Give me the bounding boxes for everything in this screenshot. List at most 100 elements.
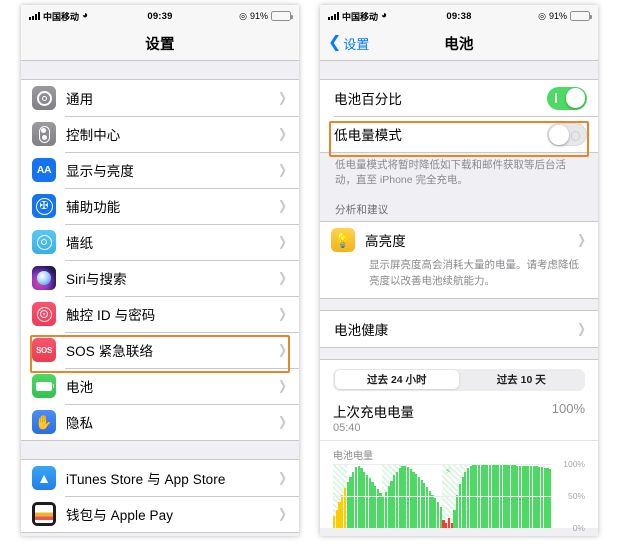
suggestion-group: 💡 高亮度 ❯ 显示屏亮度高会消耗大量的电量。请考虑降低亮度以改善电池续航能力。 bbox=[320, 221, 598, 299]
chevron-right-icon: ❯ bbox=[278, 506, 287, 521]
location-arrow-icon: ◎ bbox=[538, 10, 546, 21]
settings-group-2: ▲ iTunes Store 与 App Store ❯ 钱包与 Apple P… bbox=[21, 459, 299, 533]
row-label: 通用 bbox=[66, 92, 94, 107]
battery-icon bbox=[271, 11, 293, 21]
usage-range-segmented-control[interactable]: 过去 24 小时 过去 10 天 bbox=[333, 368, 585, 391]
status-bar: 中国移动 ◕ 09:38 ◎ 91% bbox=[320, 5, 598, 27]
app-store-icon: ▲ bbox=[32, 466, 56, 490]
chevron-right-icon: ❯ bbox=[278, 198, 287, 213]
last-charge-time: 05:40 bbox=[333, 421, 361, 434]
group-spacer-1 bbox=[320, 299, 598, 310]
usage-range-segmented-wrap: 过去 24 小时 过去 10 天 bbox=[320, 358, 598, 399]
chevron-right-icon: ❯ bbox=[278, 342, 287, 357]
sidebar-item-wallpaper[interactable]: 墙纸 ❯ bbox=[21, 224, 299, 260]
settings-scroll-area[interactable]: 通用 ❯ 控制中心 ❯ AA 显示与亮度 ❯ ✠ 辅助功能 ❯ 墙纸 ❯ Sir… bbox=[21, 61, 299, 536]
sidebar-item-accessibility[interactable]: ✠ 辅助功能 ❯ bbox=[21, 188, 299, 224]
status-bar: 中国移动 ◕ 09:39 ◎ 91% bbox=[21, 5, 299, 27]
settings-group-1: 通用 ❯ 控制中心 ❯ AA 显示与亮度 ❯ ✠ 辅助功能 ❯ 墙纸 ❯ Sir… bbox=[21, 79, 299, 441]
chart-gridline bbox=[333, 495, 551, 497]
row-label: 高亮度 bbox=[365, 234, 406, 250]
back-button[interactable]: ❮ 设置 bbox=[328, 34, 369, 53]
chart-area: ⚡ 100% 50% 0% bbox=[333, 459, 585, 533]
brightness-bulb-icon: 💡 bbox=[331, 228, 355, 253]
battery-level-chart-card: 电池电量 ⚡ 100% 50% 0% bbox=[320, 439, 598, 533]
chevron-right-icon: ❯ bbox=[278, 306, 287, 321]
chevron-right-icon: ❯ bbox=[278, 126, 287, 141]
right-phone-battery-screen: 中国移动 ◕ 09:38 ◎ 91% ❮ 设置 电池 电池百分比 低电量模式 低… bbox=[320, 5, 598, 536]
row-low-power-mode[interactable]: 低电量模式 bbox=[320, 116, 598, 152]
siri-icon bbox=[32, 266, 56, 290]
last-charge-value: 100% bbox=[551, 400, 585, 416]
sidebar-item-control-center[interactable]: 控制中心 ❯ bbox=[21, 116, 299, 152]
row-label: 钱包与 Apple Pay bbox=[66, 508, 174, 523]
status-bar-right: ◎ 91% bbox=[239, 11, 293, 22]
accessibility-icon: ✠ bbox=[32, 194, 56, 218]
chart-y-tick-label: 50% bbox=[567, 490, 585, 501]
sidebar-item-emergency-sos[interactable]: SOS SOS 紧急联络 ❯ bbox=[21, 332, 299, 368]
sidebar-item-battery[interactable]: 电池 ❯ bbox=[21, 368, 299, 404]
group-spacer-2 bbox=[320, 348, 598, 359]
sidebar-item-touch-id-passcode[interactable]: 触控 ID 与密码 ❯ bbox=[21, 296, 299, 332]
row-battery-percentage[interactable]: 电池百分比 bbox=[320, 80, 598, 116]
row-label: 电池 bbox=[66, 380, 94, 395]
chart-y-axis-labels: 100% 50% 0% bbox=[551, 459, 585, 533]
row-label: 墙纸 bbox=[66, 236, 94, 251]
chart-y-tick-label: 0% bbox=[572, 522, 585, 533]
top-spacer bbox=[21, 61, 299, 79]
battery-health-group: 电池健康 ❯ bbox=[320, 309, 598, 348]
group-spacer-2 bbox=[21, 533, 299, 536]
segment-last-10-days[interactable]: 过去 10 天 bbox=[459, 370, 583, 389]
low-power-mode-toggle[interactable] bbox=[547, 122, 587, 146]
nav-bar: ❮ 设置 电池 bbox=[320, 27, 598, 61]
chevron-right-icon: ❯ bbox=[278, 90, 287, 105]
sidebar-item-display-brightness[interactable]: AA 显示与亮度 ❯ bbox=[21, 152, 299, 188]
sidebar-item-wallet-apple-pay[interactable]: 钱包与 Apple Pay ❯ bbox=[21, 496, 299, 532]
chevron-right-icon: ❯ bbox=[577, 320, 586, 336]
sidebar-item-privacy[interactable]: ✋ 隐私 ❯ bbox=[21, 404, 299, 440]
chevron-right-icon: ❯ bbox=[278, 414, 287, 429]
wallpaper-icon bbox=[32, 230, 56, 254]
charging-bolt-marker: ⚡ bbox=[444, 466, 452, 477]
chevron-right-icon: ❯ bbox=[278, 162, 287, 177]
chart-title: 电池电量 bbox=[333, 450, 373, 462]
sidebar-item-siri-search[interactable]: Siri与搜索 ❯ bbox=[21, 260, 299, 296]
chevron-right-icon: ❯ bbox=[577, 232, 586, 248]
row-label: 电池百分比 bbox=[334, 92, 402, 107]
chevron-right-icon: ❯ bbox=[278, 378, 287, 393]
chevron-right-icon: ❯ bbox=[278, 270, 287, 285]
control-center-icon bbox=[32, 122, 56, 146]
status-bar-right: ◎ 91% bbox=[538, 10, 592, 22]
row-high-brightness-suggestion[interactable]: 💡 高亮度 ❯ bbox=[320, 222, 598, 259]
row-label: Siri与搜索 bbox=[66, 272, 127, 287]
gear-icon bbox=[32, 86, 56, 110]
battery-toggles-group: 电池百分比 低电量模式 bbox=[320, 79, 598, 153]
battery-scroll-area[interactable]: 电池百分比 低电量模式 低电量模式将暂时降低如下载和邮件获取等后台活动，直至 i… bbox=[320, 61, 598, 536]
sidebar-item-general[interactable]: 通用 ❯ bbox=[21, 80, 299, 116]
row-label: iTunes Store 与 App Store bbox=[66, 472, 226, 487]
segment-last-24-hours[interactable]: 过去 24 小时 bbox=[334, 370, 459, 390]
nav-bar: 设置 bbox=[21, 27, 299, 61]
battery-percentage-toggle[interactable] bbox=[547, 86, 587, 110]
chevron-left-icon: ❮ bbox=[328, 34, 342, 51]
chevron-right-icon: ❯ bbox=[278, 234, 287, 249]
row-label: SOS 紧急联络 bbox=[66, 344, 154, 359]
analysis-section-header: 分析和建议 bbox=[335, 204, 389, 217]
two-phone-screenshot: 中国移动 ◕ 09:39 ◎ 91% 设置 通用 ❯ 控制中心 ❯ AA 显示与… bbox=[0, 0, 640, 551]
last-charge-text: 上次充电电量 05:40 bbox=[333, 401, 414, 434]
battery-icon bbox=[570, 11, 592, 21]
sidebar-item-itunes-app-store[interactable]: ▲ iTunes Store 与 App Store ❯ bbox=[21, 460, 299, 496]
touch-id-icon bbox=[32, 302, 56, 326]
row-label: 隐私 bbox=[66, 416, 94, 431]
suggestion-footnote: 显示屏亮度高会消耗大量的电量。请考虑降低亮度以改善电池续航能力。 bbox=[320, 258, 598, 298]
privacy-hand-icon: ✋ bbox=[32, 410, 56, 434]
row-label: 电池健康 bbox=[334, 322, 389, 338]
chart-gridline bbox=[333, 463, 551, 465]
row-label: 显示与亮度 bbox=[66, 164, 134, 179]
row-label: 低电量模式 bbox=[334, 128, 402, 143]
display-brightness-icon: AA bbox=[32, 158, 56, 182]
last-charge-title: 上次充电电量 bbox=[333, 404, 414, 420]
group-spacer-1 bbox=[21, 441, 299, 459]
row-label: 触控 ID 与密码 bbox=[66, 308, 156, 323]
row-label: 控制中心 bbox=[66, 128, 121, 143]
row-battery-health[interactable]: 电池健康 ❯ bbox=[320, 310, 598, 347]
